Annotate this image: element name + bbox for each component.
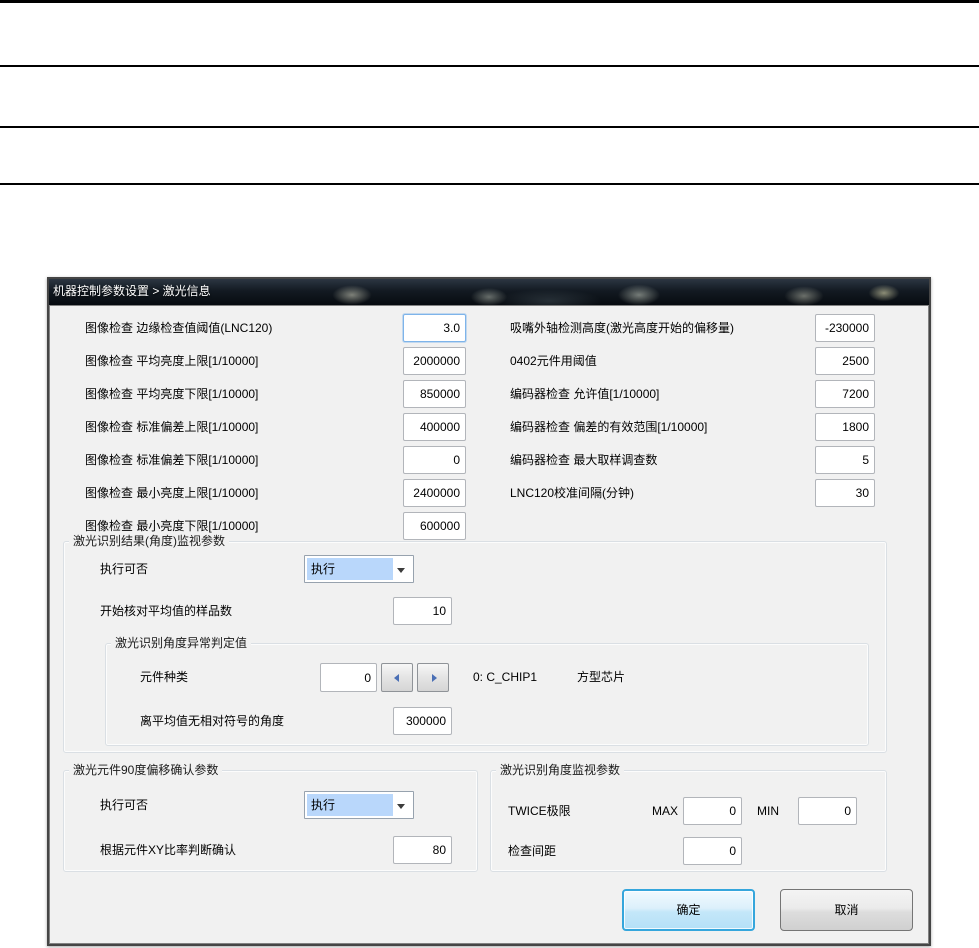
field-input-encoder-samples[interactable] — [815, 446, 875, 474]
horizontal-rule-4 — [0, 183, 979, 185]
group-90deg-offset-title: 激光元件90度偏移确认参数 — [69, 762, 223, 778]
horizontal-rule-2 — [0, 65, 979, 67]
dialog-client-area: 图像检查 边缘检查值阈值(LNC120) 图像检查 平均亮度上限[1/10000… — [49, 305, 929, 944]
part-type-code: 0: C_CHIP1 — [473, 670, 538, 684]
part-type-prev-button[interactable] — [381, 663, 413, 692]
field-input-encoder-allow[interactable] — [815, 380, 875, 408]
field-label-avg-bright-lower: 图像检查 平均亮度下限[1/10000] — [85, 387, 259, 401]
execute-label-2: 执行可否 — [100, 798, 149, 812]
group-laser-angle-result-title: 激光识别结果(角度)监视参数 — [69, 533, 229, 549]
xy-ratio-label: 根据元件XY比率判断确认 — [100, 843, 237, 857]
twice-limit-label: TWICE极限 — [508, 804, 571, 818]
part-type-name: 方型芯片 — [577, 670, 626, 684]
execute-combo-2-value: 执行 — [307, 794, 393, 816]
field-input-min-bright-upper[interactable] — [403, 479, 466, 507]
field-input-edge-threshold[interactable] — [403, 314, 466, 342]
field-label-encoder-samples: 编码器检查 最大取样调查数 — [510, 453, 658, 467]
field-label-avg-bright-upper: 图像检查 平均亮度上限[1/10000] — [85, 354, 259, 368]
field-label-nozzle-height: 吸嘴外轴检测高度(激光高度开始的偏移量) — [510, 321, 734, 335]
field-label-encoder-range: 编码器检查 偏差的有效范围[1/10000] — [510, 420, 708, 434]
part-type-input[interactable] — [320, 663, 377, 692]
field-label-encoder-allow: 编码器检查 允许值[1/10000] — [510, 387, 660, 401]
check-gap-label: 检查间距 — [508, 844, 557, 858]
field-input-avg-bright-upper[interactable] — [403, 347, 466, 375]
dialog-title: 机器控制参数设置 > 激光信息 — [53, 284, 211, 298]
group-laser-angle-result: 激光识别结果(角度)监视参数 执行可否 执行 开始核对平均值的样品数 激光识别角… — [63, 533, 887, 753]
xy-ratio-input[interactable] — [393, 836, 452, 864]
document-page: 机器控制参数设置 > 激光信息 图像检查 边缘检查值阈值(LNC120) 图像检… — [0, 0, 979, 948]
twice-min-input[interactable] — [798, 797, 857, 825]
arrow-right-icon — [432, 674, 437, 682]
ok-button[interactable]: 确定 — [622, 889, 755, 931]
field-label-min-bright-upper: 图像检查 最小亮度上限[1/10000] — [85, 486, 259, 500]
field-input-stddev-upper[interactable] — [403, 413, 466, 441]
dialog-title-bar[interactable]: 机器控制参数设置 > 激光信息 — [49, 279, 929, 305]
samples-input[interactable] — [393, 597, 452, 625]
twice-max-input[interactable] — [683, 797, 742, 825]
chevron-down-icon — [397, 568, 405, 573]
part-type-next-button[interactable] — [417, 663, 449, 692]
field-input-nozzle-height[interactable] — [815, 314, 875, 342]
check-gap-input[interactable] — [683, 837, 742, 865]
part-type-label: 元件种类 — [140, 670, 189, 684]
field-input-lnc120-interval[interactable] — [815, 479, 875, 507]
angle-diff-input[interactable] — [393, 707, 452, 735]
samples-label: 开始核对平均值的样品数 — [100, 604, 233, 618]
twice-min-label: MIN — [757, 804, 779, 818]
field-label-lnc120-interval: LNC120校准间隔(分钟) — [510, 486, 635, 500]
execute-combo-value: 执行 — [307, 558, 393, 580]
group-angle-monitor-title: 激光识别角度监视参数 — [496, 762, 625, 778]
group-angle-abnormal: 激光识别角度异常判定值 元件种类 0: C_CHIP1 方型芯片 离平均值无相对… — [105, 635, 869, 746]
horizontal-rule-3 — [0, 126, 979, 128]
execute-label: 执行可否 — [100, 562, 149, 576]
field-input-encoder-range[interactable] — [815, 413, 875, 441]
execute-combo[interactable]: 执行 — [304, 555, 414, 583]
field-label-0402-threshold: 0402元件用阈值 — [510, 354, 597, 368]
execute-combo-2[interactable]: 执行 — [304, 791, 414, 819]
field-input-min-bright-lower[interactable] — [403, 512, 466, 540]
chevron-down-icon — [397, 804, 405, 809]
field-label-stddev-lower: 图像检查 标准偏差下限[1/10000] — [85, 453, 259, 467]
twice-max-label: MAX — [652, 804, 679, 818]
field-input-stddev-lower[interactable] — [403, 446, 466, 474]
field-label-stddev-upper: 图像检查 标准偏差上限[1/10000] — [85, 420, 259, 434]
horizontal-rule-1 — [0, 0, 979, 3]
field-input-avg-bright-lower[interactable] — [403, 380, 466, 408]
settings-dialog-window: 机器控制参数设置 > 激光信息 图像检查 边缘检查值阈值(LNC120) 图像检… — [47, 277, 931, 946]
cancel-button[interactable]: 取消 — [780, 889, 913, 931]
group-angle-monitor: 激光识别角度监视参数 TWICE极限 MAX MIN 检查间距 — [490, 762, 887, 872]
field-label-edge-threshold: 图像检查 边缘检查值阈值(LNC120) — [85, 321, 273, 335]
field-input-0402-threshold[interactable] — [815, 347, 875, 375]
group-angle-abnormal-title: 激光识别角度异常判定值 — [111, 635, 252, 651]
group-90deg-offset: 激光元件90度偏移确认参数 执行可否 执行 根据元件XY比率判断确认 — [63, 762, 478, 872]
arrow-left-icon — [394, 674, 399, 682]
angle-diff-label: 离平均值无相对符号的角度 — [140, 714, 285, 728]
